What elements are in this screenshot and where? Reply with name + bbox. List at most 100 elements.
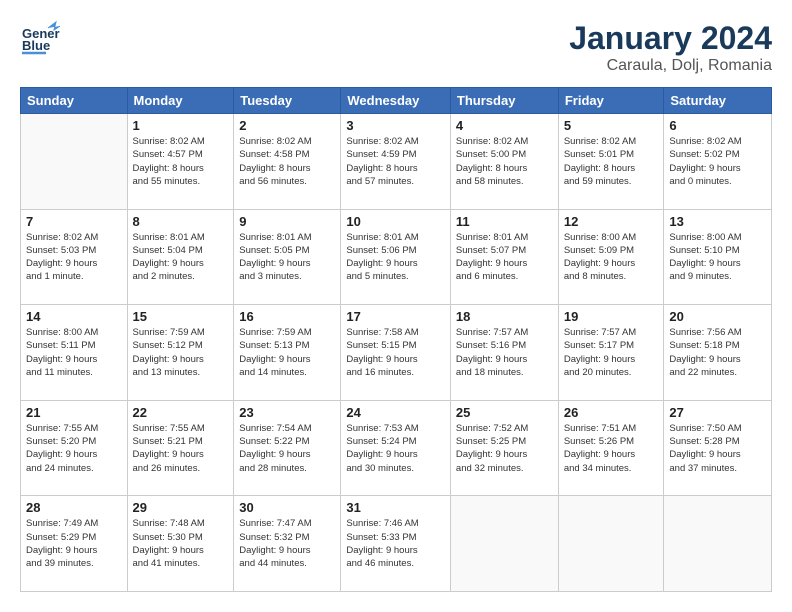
day-info: Sunrise: 8:00 AM Sunset: 5:10 PM Dayligh… bbox=[669, 231, 766, 284]
header: General Blue January 2024 Caraula, Dolj,… bbox=[20, 20, 772, 75]
calendar-day-header: Tuesday bbox=[234, 88, 341, 114]
day-number: 30 bbox=[239, 500, 335, 515]
day-info: Sunrise: 7:57 AM Sunset: 5:17 PM Dayligh… bbox=[564, 326, 659, 379]
logo: General Blue bbox=[20, 20, 60, 60]
calendar-cell: 11Sunrise: 8:01 AM Sunset: 5:07 PM Dayli… bbox=[450, 209, 558, 305]
calendar-day-header: Monday bbox=[127, 88, 234, 114]
svg-text:Blue: Blue bbox=[22, 38, 50, 53]
calendar-week-row: 28 Sunrise: 7:49 AM Sunset: 5:29 PM Dayli… bbox=[21, 496, 772, 592]
calendar-cell: 5 Sunrise: 8:02 AM Sunset: 5:01 PM Daylig… bbox=[558, 114, 664, 210]
calendar-cell: 12 Sunrise: 8:00 AM Sunset: 5:09 PM Dayli… bbox=[558, 209, 664, 305]
page: General Blue January 2024 Caraula, Dolj,… bbox=[0, 0, 792, 612]
day-info: Sunrise: 7:55 AM Sunset: 5:21 PM Dayligh… bbox=[133, 422, 229, 475]
day-info: Sunrise: 8:01 AM Sunset: 5:06 PM Dayligh… bbox=[346, 231, 445, 284]
calendar-cell: 17 Sunrise: 7:58 AM Sunset: 5:15 PM Dayli… bbox=[341, 305, 451, 401]
day-info: Sunrise: 7:56 AM Sunset: 5:18 PM Dayligh… bbox=[669, 326, 766, 379]
day-number: 29 bbox=[133, 500, 229, 515]
day-info: Sunrise: 8:02 AM Sunset: 5:02 PM Dayligh… bbox=[669, 135, 766, 188]
calendar-cell: 28 Sunrise: 7:49 AM Sunset: 5:29 PM Dayli… bbox=[21, 496, 128, 592]
calendar-cell: 21Sunrise: 7:55 AM Sunset: 5:20 PM Dayli… bbox=[21, 400, 128, 496]
day-info: Sunrise: 8:02 AM Sunset: 5:01 PM Dayligh… bbox=[564, 135, 659, 188]
calendar-cell: 10 Sunrise: 8:01 AM Sunset: 5:06 PM Dayli… bbox=[341, 209, 451, 305]
calendar-cell: 26 Sunrise: 7:51 AM Sunset: 5:26 PM Dayli… bbox=[558, 400, 664, 496]
day-info: Sunrise: 8:00 AM Sunset: 5:09 PM Dayligh… bbox=[564, 231, 659, 284]
calendar-cell: 1 Sunrise: 8:02 AM Sunset: 4:57 PM Daylig… bbox=[127, 114, 234, 210]
calendar-cell: 18 Sunrise: 7:57 AM Sunset: 5:16 PM Dayli… bbox=[450, 305, 558, 401]
day-number: 12 bbox=[564, 214, 659, 229]
calendar-week-row: 7 Sunrise: 8:02 AM Sunset: 5:03 PM Daylig… bbox=[21, 209, 772, 305]
day-number: 31 bbox=[346, 500, 445, 515]
day-info: Sunrise: 8:02 AM Sunset: 5:03 PM Dayligh… bbox=[26, 231, 122, 284]
calendar-week-row: 14 Sunrise: 8:00 AM Sunset: 5:11 PM Dayli… bbox=[21, 305, 772, 401]
calendar-cell: 19Sunrise: 7:57 AM Sunset: 5:17 PM Dayli… bbox=[558, 305, 664, 401]
calendar-cell: 25Sunrise: 7:52 AM Sunset: 5:25 PM Dayli… bbox=[450, 400, 558, 496]
day-info: Sunrise: 8:01 AM Sunset: 5:05 PM Dayligh… bbox=[239, 231, 335, 284]
day-info: Sunrise: 7:57 AM Sunset: 5:16 PM Dayligh… bbox=[456, 326, 553, 379]
calendar-header-row: SundayMondayTuesdayWednesdayThursdayFrid… bbox=[21, 88, 772, 114]
day-number: 10 bbox=[346, 214, 445, 229]
day-info: Sunrise: 7:50 AM Sunset: 5:28 PM Dayligh… bbox=[669, 422, 766, 475]
calendar-cell bbox=[664, 496, 772, 592]
calendar-cell: 22 Sunrise: 7:55 AM Sunset: 5:21 PM Dayli… bbox=[127, 400, 234, 496]
day-number: 23 bbox=[239, 405, 335, 420]
subtitle: Caraula, Dolj, Romania bbox=[569, 57, 772, 75]
calendar-day-header: Thursday bbox=[450, 88, 558, 114]
day-info: Sunrise: 8:02 AM Sunset: 4:57 PM Dayligh… bbox=[133, 135, 229, 188]
calendar-day-header: Saturday bbox=[664, 88, 772, 114]
day-number: 9 bbox=[239, 214, 335, 229]
day-number: 26 bbox=[564, 405, 659, 420]
calendar-cell: 31 Sunrise: 7:46 AM Sunset: 5:33 PM Dayli… bbox=[341, 496, 451, 592]
day-number: 17 bbox=[346, 309, 445, 324]
day-info: Sunrise: 7:53 AM Sunset: 5:24 PM Dayligh… bbox=[346, 422, 445, 475]
day-number: 21 bbox=[26, 405, 122, 420]
calendar-cell bbox=[558, 496, 664, 592]
calendar-cell bbox=[450, 496, 558, 592]
day-number: 7 bbox=[26, 214, 122, 229]
calendar-cell: 15Sunrise: 7:59 AM Sunset: 5:12 PM Dayli… bbox=[127, 305, 234, 401]
day-number: 15 bbox=[133, 309, 229, 324]
day-info: Sunrise: 7:49 AM Sunset: 5:29 PM Dayligh… bbox=[26, 517, 122, 570]
day-info: Sunrise: 8:00 AM Sunset: 5:11 PM Dayligh… bbox=[26, 326, 122, 379]
calendar-cell: 8 Sunrise: 8:01 AM Sunset: 5:04 PM Daylig… bbox=[127, 209, 234, 305]
calendar-cell: 3 Sunrise: 8:02 AM Sunset: 4:59 PM Daylig… bbox=[341, 114, 451, 210]
calendar-cell: 27 Sunrise: 7:50 AM Sunset: 5:28 PM Dayli… bbox=[664, 400, 772, 496]
day-info: Sunrise: 7:58 AM Sunset: 5:15 PM Dayligh… bbox=[346, 326, 445, 379]
day-info: Sunrise: 7:51 AM Sunset: 5:26 PM Dayligh… bbox=[564, 422, 659, 475]
day-number: 27 bbox=[669, 405, 766, 420]
day-number: 8 bbox=[133, 214, 229, 229]
day-number: 1 bbox=[133, 118, 229, 133]
calendar-cell: 24Sunrise: 7:53 AM Sunset: 5:24 PM Dayli… bbox=[341, 400, 451, 496]
calendar-cell: 2 Sunrise: 8:02 AM Sunset: 4:58 PM Daylig… bbox=[234, 114, 341, 210]
calendar-cell: 14 Sunrise: 8:00 AM Sunset: 5:11 PM Dayli… bbox=[21, 305, 128, 401]
calendar-week-row: 1 Sunrise: 8:02 AM Sunset: 4:57 PM Daylig… bbox=[21, 114, 772, 210]
day-number: 3 bbox=[346, 118, 445, 133]
day-number: 2 bbox=[239, 118, 335, 133]
calendar-table: SundayMondayTuesdayWednesdayThursdayFrid… bbox=[20, 87, 772, 592]
day-number: 28 bbox=[26, 500, 122, 515]
day-info: Sunrise: 7:46 AM Sunset: 5:33 PM Dayligh… bbox=[346, 517, 445, 570]
day-number: 5 bbox=[564, 118, 659, 133]
day-info: Sunrise: 8:02 AM Sunset: 5:00 PM Dayligh… bbox=[456, 135, 553, 188]
calendar-cell bbox=[21, 114, 128, 210]
day-number: 22 bbox=[133, 405, 229, 420]
calendar-cell: 16 Sunrise: 7:59 AM Sunset: 5:13 PM Dayli… bbox=[234, 305, 341, 401]
calendar-cell: 4 Sunrise: 8:02 AM Sunset: 5:00 PM Daylig… bbox=[450, 114, 558, 210]
day-number: 16 bbox=[239, 309, 335, 324]
calendar-cell: 7 Sunrise: 8:02 AM Sunset: 5:03 PM Daylig… bbox=[21, 209, 128, 305]
calendar-cell: 6Sunrise: 8:02 AM Sunset: 5:02 PM Daylig… bbox=[664, 114, 772, 210]
calendar-cell: 20 Sunrise: 7:56 AM Sunset: 5:18 PM Dayli… bbox=[664, 305, 772, 401]
day-info: Sunrise: 8:01 AM Sunset: 5:04 PM Dayligh… bbox=[133, 231, 229, 284]
day-number: 20 bbox=[669, 309, 766, 324]
calendar-cell: 29Sunrise: 7:48 AM Sunset: 5:30 PM Dayli… bbox=[127, 496, 234, 592]
day-info: Sunrise: 8:02 AM Sunset: 4:58 PM Dayligh… bbox=[239, 135, 335, 188]
day-number: 4 bbox=[456, 118, 553, 133]
main-title: January 2024 bbox=[569, 20, 772, 57]
day-number: 14 bbox=[26, 309, 122, 324]
day-info: Sunrise: 8:02 AM Sunset: 4:59 PM Dayligh… bbox=[346, 135, 445, 188]
day-number: 11 bbox=[456, 214, 553, 229]
day-info: Sunrise: 7:59 AM Sunset: 5:13 PM Dayligh… bbox=[239, 326, 335, 379]
day-number: 18 bbox=[456, 309, 553, 324]
day-info: Sunrise: 7:54 AM Sunset: 5:22 PM Dayligh… bbox=[239, 422, 335, 475]
calendar-day-header: Sunday bbox=[21, 88, 128, 114]
day-info: Sunrise: 7:47 AM Sunset: 5:32 PM Dayligh… bbox=[239, 517, 335, 570]
